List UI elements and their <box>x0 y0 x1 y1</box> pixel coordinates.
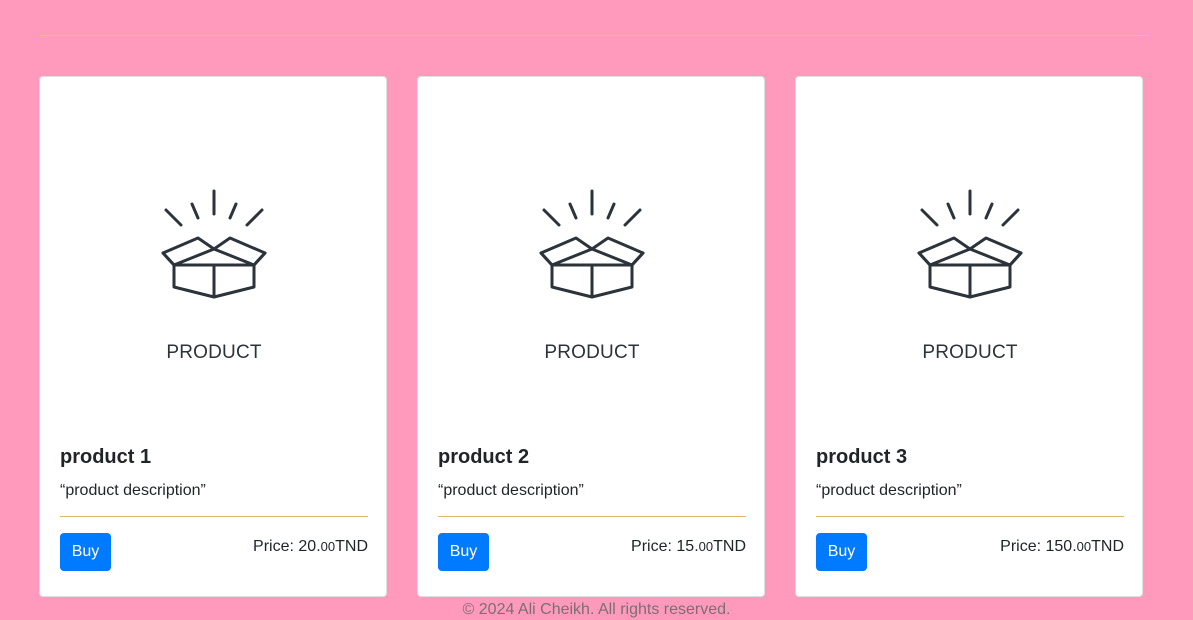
header-divider <box>40 35 1149 36</box>
product-price: Price: 20.00TND <box>253 533 368 556</box>
product-title: product 3 <box>816 446 908 468</box>
price-cents: 00 <box>698 539 714 555</box>
product-card: PRODUCT product 2 “product description” … <box>417 76 765 597</box>
product-description: “product description” <box>438 482 584 499</box>
product-image: PRODUCT <box>796 77 1144 433</box>
price-currency: TND <box>1091 538 1124 556</box>
product-title: product 2 <box>438 446 530 468</box>
card-footer: Buy Price: 20.00TND <box>60 533 368 572</box>
product-image: PRODUCT <box>418 77 766 433</box>
price-cents: 00 <box>1076 539 1092 555</box>
buy-button[interactable]: Buy <box>816 533 867 572</box>
open-box-icon <box>917 189 1023 299</box>
product-image-caption: PRODUCT <box>922 342 1018 363</box>
copyright-footer: © 2024 Ali Cheikh. All rights reserved. <box>462 601 731 618</box>
product-description: “product description” <box>60 482 206 499</box>
product-image: PRODUCT <box>40 77 388 433</box>
card-body: product 3 “product description” Buy Pric… <box>816 445 1124 572</box>
product-title: product 1 <box>60 446 152 468</box>
open-box-icon <box>539 189 645 299</box>
buy-button[interactable]: Buy <box>60 533 111 572</box>
card-body: product 2 “product description” Buy Pric… <box>438 445 746 572</box>
product-price: Price: 150.00TND <box>1000 533 1124 556</box>
price-cents: 00 <box>320 539 336 555</box>
buy-button[interactable]: Buy <box>438 533 489 572</box>
product-grid: PRODUCT product 1 “product description” … <box>39 76 1143 597</box>
price-prefix: Price: 20. <box>253 538 321 556</box>
price-prefix: Price: 150. <box>1000 538 1077 556</box>
product-card: PRODUCT product 1 “product description” … <box>39 76 387 597</box>
product-image-caption: PRODUCT <box>544 342 640 363</box>
open-box-icon <box>161 189 267 299</box>
card-divider <box>816 516 1124 518</box>
card-divider <box>60 516 368 518</box>
product-card: PRODUCT product 3 “product description” … <box>795 76 1143 597</box>
product-image-caption: PRODUCT <box>166 342 262 363</box>
price-currency: TND <box>335 538 368 556</box>
card-footer: Buy Price: 150.00TND <box>816 533 1124 572</box>
card-divider <box>438 516 746 518</box>
product-description: “product description” <box>816 482 962 499</box>
card-footer: Buy Price: 15.00TND <box>438 533 746 572</box>
price-currency: TND <box>713 538 746 556</box>
price-prefix: Price: 15. <box>631 538 699 556</box>
product-price: Price: 15.00TND <box>631 533 746 556</box>
card-body: product 1 “product description” Buy Pric… <box>60 445 368 572</box>
